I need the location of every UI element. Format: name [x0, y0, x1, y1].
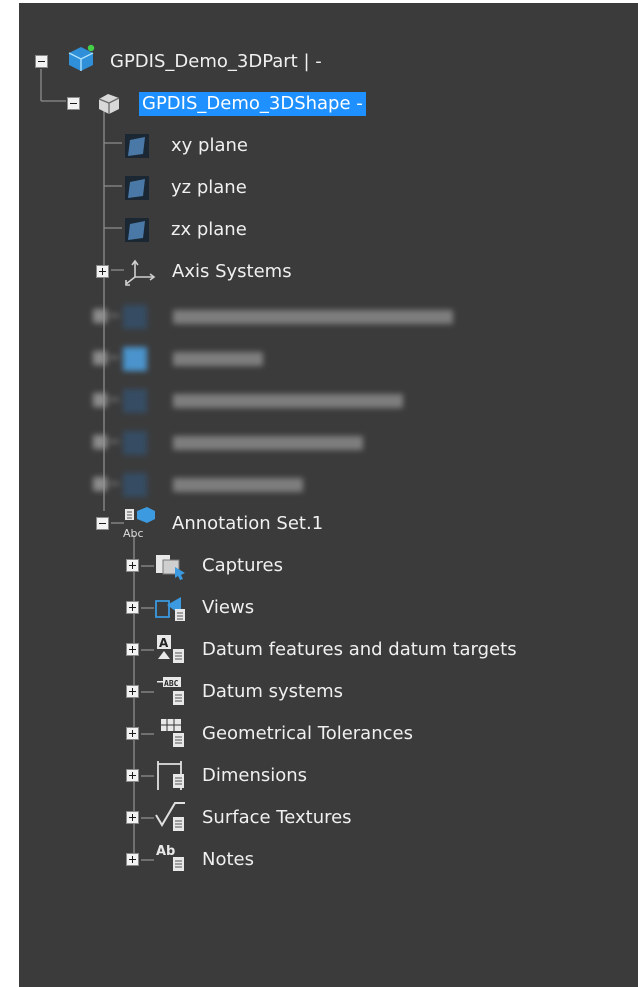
svg-text:Abc: Abc [123, 527, 144, 540]
tree-node-label: xy plane [171, 135, 248, 156]
tree-node-label: Views [202, 597, 255, 618]
axis-systems-icon [125, 259, 156, 286]
expand-toggle[interactable] [126, 811, 139, 824]
tree-node-label: Axis Systems [172, 261, 292, 282]
svg-text:ABC: ABC [164, 679, 179, 688]
tree-node-label: Notes [202, 849, 254, 870]
datum-features-icon: A [157, 635, 184, 663]
tree-node-label: zx plane [171, 219, 247, 240]
collapse-toggle[interactable] [67, 97, 80, 110]
3dpart-icon [68, 44, 95, 71]
surface-textures-icon [155, 802, 185, 831]
redacted-tree-node [93, 301, 473, 337]
tree-node-label: Surface Textures [202, 807, 352, 828]
notes-icon: Ab [156, 844, 184, 871]
svg-text:Ab: Ab [156, 844, 175, 859]
collapse-toggle[interactable] [96, 517, 109, 530]
tree-node-label: yz plane [171, 177, 247, 198]
3dshape-icon [98, 94, 120, 114]
redacted-tree-node [93, 427, 473, 463]
tree-node-label: Dimensions [202, 765, 308, 786]
tree-node-label: GPDIS_Demo_3DPart | - [110, 51, 322, 72]
tree-node-label: Geometrical Tolerances [202, 723, 413, 744]
specification-tree-panel: GPDIS_Demo_3DPart | - GPDIS_Demo_3DShape… [19, 3, 638, 987]
expand-toggle[interactable] [126, 643, 139, 656]
expand-toggle[interactable] [126, 685, 139, 698]
tree-node-label: Datum features and datum targets [202, 639, 517, 660]
tree-node-label: Captures [202, 555, 283, 576]
geometrical-tolerances-icon [161, 719, 184, 747]
plane-icon [125, 218, 149, 242]
expand-toggle[interactable] [126, 769, 139, 782]
datum-systems-icon: ABC [157, 677, 184, 705]
views-icon [155, 597, 185, 621]
expand-toggle[interactable] [126, 559, 139, 572]
dimensions-icon [157, 761, 184, 790]
expand-toggle[interactable] [126, 727, 139, 740]
tree-node-label-selected: GPDIS_Demo_3DShape - [139, 92, 366, 116]
tree-node-label: Datum systems [202, 681, 344, 702]
annotation-set-icon: Abc [123, 507, 155, 540]
redacted-tree-node [93, 469, 473, 505]
tree-node-label: Annotation Set.1 [172, 513, 324, 534]
collapse-toggle[interactable] [35, 55, 48, 68]
plane-icon [125, 176, 149, 200]
expand-toggle[interactable] [126, 853, 139, 866]
redacted-tree-node [93, 343, 473, 379]
svg-text:A: A [159, 636, 169, 650]
expand-toggle[interactable] [126, 601, 139, 614]
plane-icon [125, 134, 149, 158]
expand-toggle[interactable] [96, 265, 109, 278]
redacted-tree-node [93, 385, 473, 421]
captures-icon [156, 555, 185, 580]
